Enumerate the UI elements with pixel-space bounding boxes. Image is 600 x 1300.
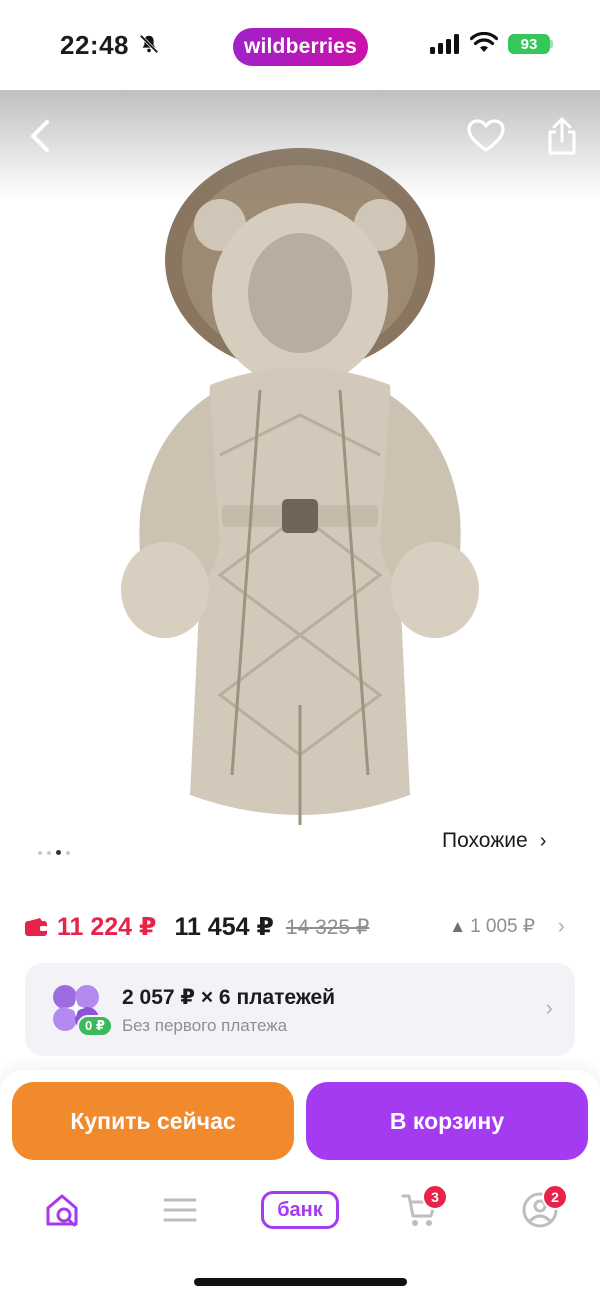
tab-bank[interactable]: банк xyxy=(260,1180,340,1240)
gallery-top-fade xyxy=(0,90,600,200)
old-price: 14 325 ₽ xyxy=(285,915,370,939)
chevron-right-icon: › xyxy=(539,829,547,852)
pagination-dot xyxy=(38,850,42,855)
tab-bar: банк 3 2 xyxy=(0,1180,600,1250)
battery-indicator: 93 xyxy=(508,34,550,54)
back-icon xyxy=(31,120,49,152)
wifi-icon xyxy=(470,32,498,52)
price-change[interactable]: ▲ 1 005 ₽ xyxy=(449,915,535,938)
bottom-panel: Купить сейчас В корзину банк 3 2 xyxy=(0,1070,600,1300)
price-change-value: 1 005 ₽ xyxy=(470,916,535,937)
similar-products-button[interactable]: Похожие › xyxy=(428,818,580,864)
tab-profile[interactable]: 2 xyxy=(510,1180,570,1240)
price-row[interactable]: 11 224 ₽ 11 454 ₽ 14 325 ₽ ▲ 1 005 ₽ › xyxy=(25,905,575,949)
profile-badge: 2 xyxy=(542,1184,568,1210)
current-price: 11 454 ₽ xyxy=(174,913,274,941)
buy-now-button[interactable]: Купить сейчас xyxy=(12,1082,294,1160)
installment-subtitle: Без первого платежа xyxy=(122,1016,288,1035)
signal-icon xyxy=(430,34,459,54)
catalog-icon xyxy=(163,1198,197,1222)
triangle-up-icon: ▲ xyxy=(449,916,467,936)
chevron-right-icon: › xyxy=(545,995,553,1020)
status-time: 22:48 xyxy=(60,30,129,60)
wallet-icon xyxy=(25,918,47,936)
wildberries-logo[interactable]: wildberries xyxy=(233,28,368,66)
pagination-dot-active xyxy=(56,850,61,855)
chevron-right-icon: › xyxy=(557,913,565,938)
similar-label: Похожие xyxy=(442,829,528,852)
wallet-price: 11 224 ₽ xyxy=(57,913,157,941)
tab-cart[interactable]: 3 xyxy=(390,1180,450,1240)
product-gallery[interactable]: Похожие › xyxy=(0,90,600,890)
add-to-cart-button[interactable]: В корзину xyxy=(306,1082,588,1160)
installment-card[interactable]: 0 ₽ 2 057 ₽ × 6 платежей Без первого пла… xyxy=(25,963,575,1056)
tab-home[interactable] xyxy=(32,1180,92,1240)
product-image[interactable] xyxy=(110,135,490,855)
gallery-pagination xyxy=(38,850,70,855)
home-search-icon xyxy=(46,1194,78,1227)
tab-catalog[interactable] xyxy=(150,1180,210,1240)
favorite-button[interactable] xyxy=(464,114,508,158)
heart-icon xyxy=(467,119,505,152)
installment-badge: 0 ₽ xyxy=(77,1015,113,1037)
status-bar: 22:48 wildberries 93 xyxy=(0,0,600,90)
battery-tip xyxy=(550,40,553,48)
share-icon xyxy=(548,117,576,155)
bank-label: банк xyxy=(261,1191,339,1229)
back-button[interactable] xyxy=(18,114,62,158)
bell-slash-icon xyxy=(139,34,159,54)
installment-title: 2 057 ₽ × 6 платежей xyxy=(122,986,336,1009)
cart-badge: 3 xyxy=(422,1184,448,1210)
pagination-dot xyxy=(47,850,51,855)
pagination-dot xyxy=(66,850,70,855)
share-button[interactable] xyxy=(540,114,584,158)
home-indicator xyxy=(194,1278,407,1286)
